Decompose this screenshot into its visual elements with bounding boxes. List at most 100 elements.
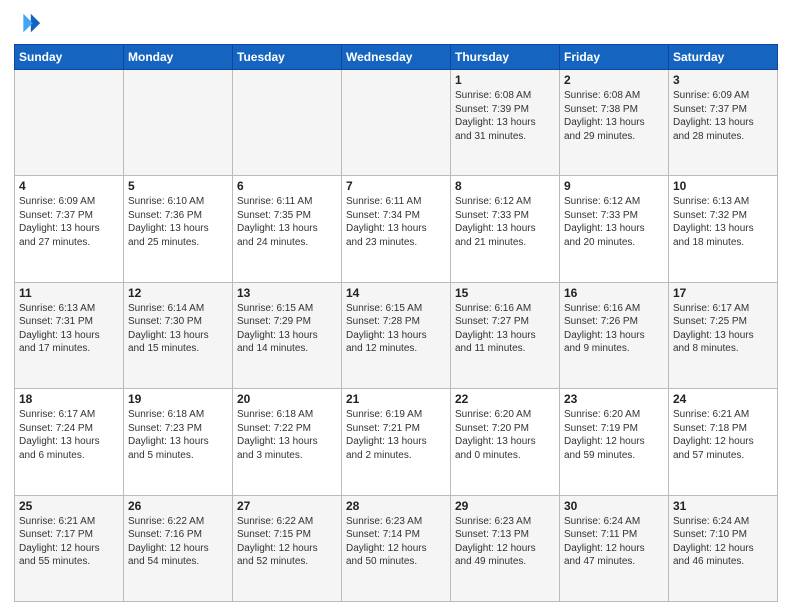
day-number: 25: [19, 499, 119, 513]
day-number: 2: [564, 73, 664, 87]
calendar-cell: [342, 70, 451, 176]
day-number: 1: [455, 73, 555, 87]
calendar-week-row: 4 Sunrise: 6:09 AM Sunset: 7:37 PM Daylig…: [15, 176, 778, 282]
calendar-cell: 18Sunrise: 6:17 AM Sunset: 7:24 PM Dayli…: [15, 389, 124, 495]
day-info: Sunrise: 6:15 AM Sunset: 7:28 PM Dayligh…: [346, 302, 446, 356]
day-info: Sunrise: 6:23 AM Sunset: 7:13 PM Dayligh…: [455, 515, 555, 569]
day-number: 12: [128, 286, 228, 300]
calendar-cell: 12Sunrise: 6:14 AM Sunset: 7:30 PM Dayli…: [124, 282, 233, 388]
calendar-header: SundayMondayTuesdayWednesdayThursdayFrid…: [15, 45, 778, 70]
calendar-cell: 6 Sunrise: 6:11 AM Sunset: 7:35 PM Daylig…: [233, 176, 342, 282]
calendar-cell: 13 Sunrise: 6:15 AM Sunset: 7:29 PM Dayli…: [233, 282, 342, 388]
day-number: 15: [455, 286, 555, 300]
day-number: 22: [455, 392, 555, 406]
calendar-cell: 31 Sunrise: 6:24 AM Sunset: 7:10 PM Dayli…: [669, 495, 778, 601]
calendar-cell: 4 Sunrise: 6:09 AM Sunset: 7:37 PM Daylig…: [15, 176, 124, 282]
calendar-cell: 24 Sunrise: 6:21 AM Sunset: 7:18 PM Dayli…: [669, 389, 778, 495]
day-info: Sunrise: 6:10 AM Sunset: 7:36 PM Dayligh…: [128, 195, 228, 249]
weekday-header: Saturday: [669, 45, 778, 70]
calendar-body: 1 Sunrise: 6:08 AM Sunset: 7:39 PM Daylig…: [15, 70, 778, 602]
day-number: 3: [673, 73, 773, 87]
day-number: 7: [346, 179, 446, 193]
calendar-cell: 10Sunrise: 6:13 AM Sunset: 7:32 PM Dayli…: [669, 176, 778, 282]
calendar-week-row: 1 Sunrise: 6:08 AM Sunset: 7:39 PM Daylig…: [15, 70, 778, 176]
page: SundayMondayTuesdayWednesdayThursdayFrid…: [0, 0, 792, 612]
calendar-cell: 11Sunrise: 6:13 AM Sunset: 7:31 PM Dayli…: [15, 282, 124, 388]
logo: [14, 10, 46, 38]
day-info: Sunrise: 6:22 AM Sunset: 7:15 PM Dayligh…: [237, 515, 337, 569]
logo-icon: [14, 10, 42, 38]
calendar-cell: 17Sunrise: 6:17 AM Sunset: 7:25 PM Dayli…: [669, 282, 778, 388]
day-number: 4: [19, 179, 119, 193]
day-info: Sunrise: 6:18 AM Sunset: 7:23 PM Dayligh…: [128, 408, 228, 462]
day-info: Sunrise: 6:08 AM Sunset: 7:39 PM Dayligh…: [455, 89, 555, 143]
day-info: Sunrise: 6:09 AM Sunset: 7:37 PM Dayligh…: [19, 195, 119, 249]
calendar-cell: 2Sunrise: 6:08 AM Sunset: 7:38 PM Daylig…: [560, 70, 669, 176]
calendar-cell: 5 Sunrise: 6:10 AM Sunset: 7:36 PM Daylig…: [124, 176, 233, 282]
day-info: Sunrise: 6:20 AM Sunset: 7:20 PM Dayligh…: [455, 408, 555, 462]
day-info: Sunrise: 6:12 AM Sunset: 7:33 PM Dayligh…: [455, 195, 555, 249]
weekday-header: Monday: [124, 45, 233, 70]
day-number: 23: [564, 392, 664, 406]
day-number: 20: [237, 392, 337, 406]
day-number: 6: [237, 179, 337, 193]
day-number: 13: [237, 286, 337, 300]
calendar-cell: 20 Sunrise: 6:18 AM Sunset: 7:22 PM Dayli…: [233, 389, 342, 495]
day-number: 9: [564, 179, 664, 193]
calendar-week-row: 18Sunrise: 6:17 AM Sunset: 7:24 PM Dayli…: [15, 389, 778, 495]
calendar-cell: [15, 70, 124, 176]
day-number: 5: [128, 179, 228, 193]
calendar-cell: 21Sunrise: 6:19 AM Sunset: 7:21 PM Dayli…: [342, 389, 451, 495]
day-number: 14: [346, 286, 446, 300]
calendar-cell: 22 Sunrise: 6:20 AM Sunset: 7:20 PM Dayli…: [451, 389, 560, 495]
day-number: 28: [346, 499, 446, 513]
day-number: 31: [673, 499, 773, 513]
day-number: 19: [128, 392, 228, 406]
weekday-header: Sunday: [15, 45, 124, 70]
calendar-cell: 16Sunrise: 6:16 AM Sunset: 7:26 PM Dayli…: [560, 282, 669, 388]
day-info: Sunrise: 6:09 AM Sunset: 7:37 PM Dayligh…: [673, 89, 773, 143]
calendar-cell: 25 Sunrise: 6:21 AM Sunset: 7:17 PM Dayli…: [15, 495, 124, 601]
day-info: Sunrise: 6:11 AM Sunset: 7:34 PM Dayligh…: [346, 195, 446, 249]
weekday-header: Friday: [560, 45, 669, 70]
day-number: 27: [237, 499, 337, 513]
calendar-week-row: 25 Sunrise: 6:21 AM Sunset: 7:17 PM Dayli…: [15, 495, 778, 601]
day-info: Sunrise: 6:23 AM Sunset: 7:14 PM Dayligh…: [346, 515, 446, 569]
calendar: SundayMondayTuesdayWednesdayThursdayFrid…: [14, 44, 778, 602]
calendar-cell: 28 Sunrise: 6:23 AM Sunset: 7:14 PM Dayli…: [342, 495, 451, 601]
weekday-row: SundayMondayTuesdayWednesdayThursdayFrid…: [15, 45, 778, 70]
day-info: Sunrise: 6:24 AM Sunset: 7:11 PM Dayligh…: [564, 515, 664, 569]
day-info: Sunrise: 6:13 AM Sunset: 7:31 PM Dayligh…: [19, 302, 119, 356]
calendar-cell: 7 Sunrise: 6:11 AM Sunset: 7:34 PM Daylig…: [342, 176, 451, 282]
day-info: Sunrise: 6:15 AM Sunset: 7:29 PM Dayligh…: [237, 302, 337, 356]
day-number: 8: [455, 179, 555, 193]
calendar-cell: 8 Sunrise: 6:12 AM Sunset: 7:33 PM Daylig…: [451, 176, 560, 282]
day-info: Sunrise: 6:12 AM Sunset: 7:33 PM Dayligh…: [564, 195, 664, 249]
calendar-cell: [124, 70, 233, 176]
day-number: 17: [673, 286, 773, 300]
day-number: 16: [564, 286, 664, 300]
calendar-cell: 26 Sunrise: 6:22 AM Sunset: 7:16 PM Dayli…: [124, 495, 233, 601]
day-number: 24: [673, 392, 773, 406]
calendar-cell: [233, 70, 342, 176]
day-number: 10: [673, 179, 773, 193]
calendar-cell: 23Sunrise: 6:20 AM Sunset: 7:19 PM Dayli…: [560, 389, 669, 495]
day-info: Sunrise: 6:21 AM Sunset: 7:18 PM Dayligh…: [673, 408, 773, 462]
day-info: Sunrise: 6:21 AM Sunset: 7:17 PM Dayligh…: [19, 515, 119, 569]
day-number: 29: [455, 499, 555, 513]
calendar-cell: 3 Sunrise: 6:09 AM Sunset: 7:37 PM Daylig…: [669, 70, 778, 176]
day-info: Sunrise: 6:22 AM Sunset: 7:16 PM Dayligh…: [128, 515, 228, 569]
day-number: 18: [19, 392, 119, 406]
calendar-cell: 9 Sunrise: 6:12 AM Sunset: 7:33 PM Daylig…: [560, 176, 669, 282]
header: [14, 10, 778, 38]
day-info: Sunrise: 6:18 AM Sunset: 7:22 PM Dayligh…: [237, 408, 337, 462]
weekday-header: Thursday: [451, 45, 560, 70]
weekday-header: Wednesday: [342, 45, 451, 70]
day-info: Sunrise: 6:19 AM Sunset: 7:21 PM Dayligh…: [346, 408, 446, 462]
day-info: Sunrise: 6:24 AM Sunset: 7:10 PM Dayligh…: [673, 515, 773, 569]
calendar-cell: 29 Sunrise: 6:23 AM Sunset: 7:13 PM Dayli…: [451, 495, 560, 601]
day-info: Sunrise: 6:11 AM Sunset: 7:35 PM Dayligh…: [237, 195, 337, 249]
calendar-cell: 27 Sunrise: 6:22 AM Sunset: 7:15 PM Dayli…: [233, 495, 342, 601]
day-number: 26: [128, 499, 228, 513]
day-info: Sunrise: 6:16 AM Sunset: 7:27 PM Dayligh…: [455, 302, 555, 356]
